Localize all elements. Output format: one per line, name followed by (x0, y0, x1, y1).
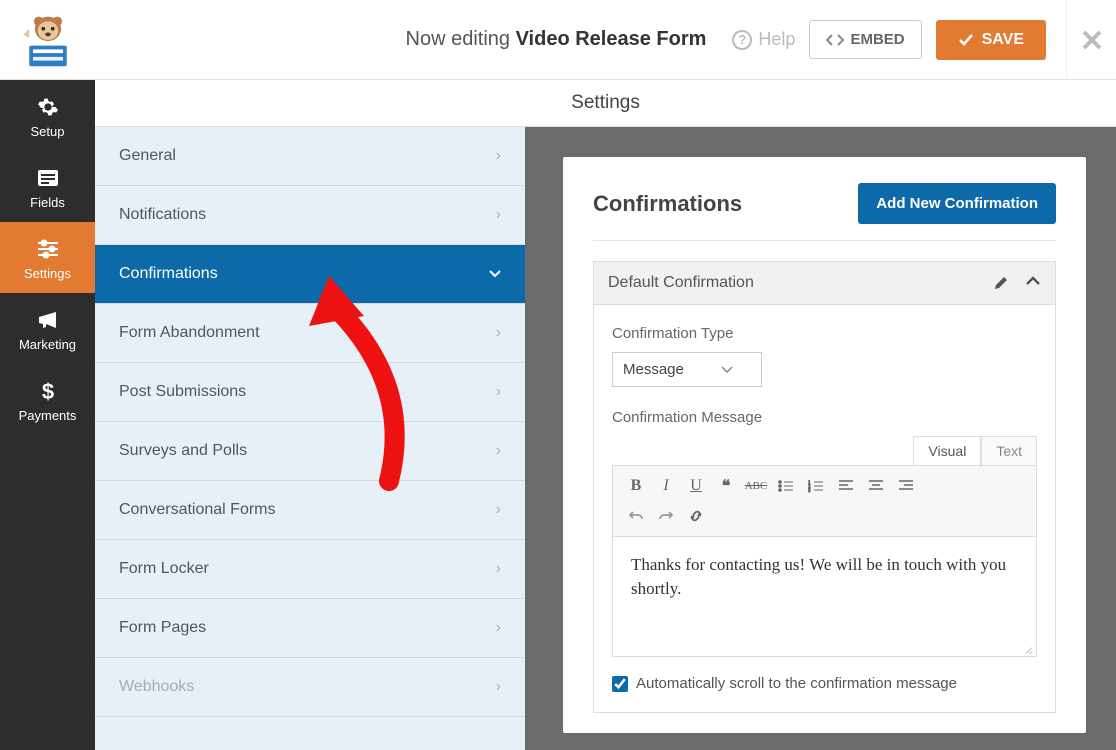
strike-button[interactable]: ABC (741, 472, 771, 500)
svg-text:$: $ (41, 379, 53, 403)
help-link[interactable]: ? Help (732, 29, 795, 50)
form-name: Video Release Form (516, 28, 707, 50)
dollar-icon: $ (40, 379, 56, 403)
side-nav: Setup Fields Settings Marketing $ Paymen… (0, 80, 95, 750)
align-left-button[interactable] (831, 472, 861, 500)
confirmations-panel: Confirmations Add New Confirmation Defau… (563, 157, 1086, 733)
chevron-right-icon: › (496, 206, 501, 224)
chevron-right-icon: › (496, 560, 501, 578)
svg-text:3: 3 (808, 489, 811, 493)
confirmation-type-label: Confirmation Type (612, 325, 1037, 342)
add-confirmation-button[interactable]: Add New Confirmation (858, 183, 1056, 224)
now-editing-label: Now editing Video Release Form (406, 28, 707, 51)
settings-item-surveys-polls[interactable]: Surveys and Polls› (95, 422, 525, 481)
nav-marketing[interactable]: Marketing (0, 293, 95, 364)
autoscroll-label: Automatically scroll to the confirmation… (636, 675, 957, 692)
autoscroll-checkbox[interactable] (612, 676, 628, 692)
editor-tab-text[interactable]: Text (981, 436, 1037, 465)
ol-button[interactable]: 123 (801, 472, 831, 500)
chevron-down-icon (489, 265, 501, 283)
autoscroll-row[interactable]: Automatically scroll to the confirmation… (612, 675, 1037, 692)
panel-heading: Confirmations (593, 191, 742, 217)
wpforms-logo (0, 10, 95, 70)
resize-handle[interactable] (1022, 642, 1034, 654)
chevron-right-icon: › (496, 501, 501, 519)
chevron-right-icon: › (496, 383, 501, 401)
save-button[interactable]: SAVE (936, 20, 1046, 60)
message-editor[interactable]: Thanks for contacting us! We will be in … (612, 537, 1037, 657)
settings-item-form-locker[interactable]: Form Locker› (95, 540, 525, 599)
settings-item-confirmations[interactable]: Confirmations (95, 245, 525, 304)
editor-tab-visual[interactable]: Visual (913, 436, 981, 465)
confirmation-message-label: Confirmation Message (612, 409, 1037, 426)
page-title: Settings (95, 80, 1116, 127)
chevron-right-icon: › (496, 147, 501, 165)
quote-button[interactable]: ❝ (711, 472, 741, 500)
bold-button[interactable]: B (621, 472, 651, 500)
edit-icon[interactable] (993, 275, 1009, 291)
gear-icon (37, 96, 59, 118)
settings-submenu: General› Notifications› Confirmations Fo… (95, 127, 525, 750)
settings-item-post-submissions[interactable]: Post Submissions› (95, 363, 525, 422)
confirmation-accordion-header[interactable]: Default Confirmation (593, 261, 1056, 305)
settings-item-general[interactable]: General› (95, 127, 525, 186)
redo-button[interactable] (651, 502, 681, 530)
nav-payments[interactable]: $ Payments (0, 364, 95, 435)
confirmation-type-select[interactable]: Message (612, 352, 762, 387)
settings-item-form-abandonment[interactable]: Form Abandonment› (95, 304, 525, 363)
settings-item-conversational-forms[interactable]: Conversational Forms› (95, 481, 525, 540)
settings-item-form-pages[interactable]: Form Pages› (95, 599, 525, 658)
nav-setup[interactable]: Setup (0, 80, 95, 151)
link-button[interactable] (681, 502, 711, 530)
megaphone-icon (36, 309, 60, 331)
chevron-right-icon: › (496, 678, 501, 696)
align-right-button[interactable] (891, 472, 921, 500)
ul-button[interactable] (771, 472, 801, 500)
underline-button[interactable]: U (681, 472, 711, 500)
align-center-button[interactable] (861, 472, 891, 500)
chevron-up-icon[interactable] (1025, 275, 1041, 287)
sliders-icon (36, 238, 60, 260)
editor-toolbar: B I U ❝ ABC 123 (612, 465, 1037, 537)
chevron-right-icon: › (496, 619, 501, 637)
close-button[interactable] (1066, 0, 1116, 80)
confirmation-name: Default Confirmation (608, 274, 754, 292)
code-icon (826, 33, 844, 47)
nav-settings[interactable]: Settings (0, 222, 95, 293)
chevron-right-icon: › (496, 324, 501, 342)
embed-button[interactable]: EMBED (809, 20, 921, 59)
chevron-down-icon (721, 366, 733, 374)
italic-button[interactable]: I (651, 472, 681, 500)
settings-item-webhooks[interactable]: Webhooks› (95, 658, 525, 717)
undo-button[interactable] (621, 502, 651, 530)
check-icon (958, 33, 974, 47)
chevron-right-icon: › (496, 442, 501, 460)
close-icon (1081, 29, 1103, 51)
help-icon: ? (732, 30, 752, 50)
settings-item-notifications[interactable]: Notifications› (95, 186, 525, 245)
list-icon (36, 168, 60, 188)
nav-fields[interactable]: Fields (0, 151, 95, 222)
